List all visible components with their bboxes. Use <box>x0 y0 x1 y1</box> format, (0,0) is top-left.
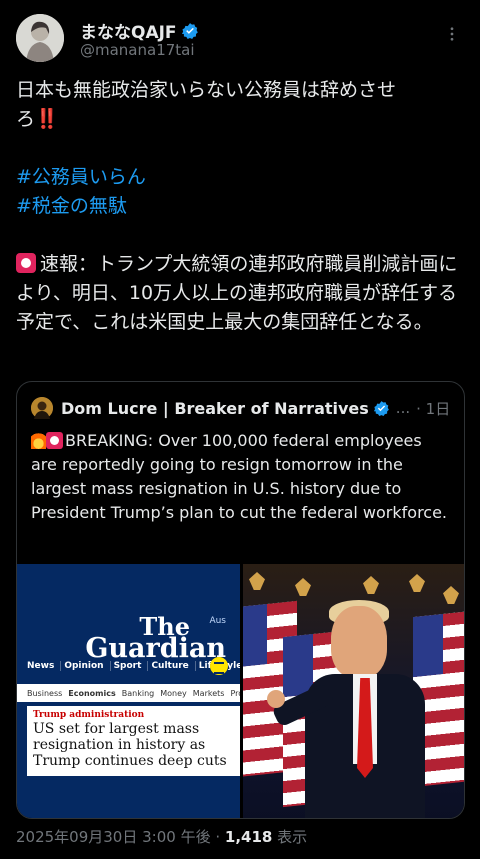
tweet-line-2-text: ろ <box>16 108 36 130</box>
quoted-timestamp[interactable]: · 1日 <box>416 398 450 419</box>
guardian-nav-item: Sport <box>109 661 141 671</box>
tweet-text: 日本も無能政治家いらない公務員は辞めさせ ろ‼️ #公務員いらん #税金の無駄 … <box>16 76 464 337</box>
flag-finial-icon <box>363 576 379 594</box>
guardian-kicker: Trump administration <box>33 710 145 720</box>
guardian-subnav-item: Business <box>27 688 63 698</box>
guardian-menu-icon <box>210 657 228 675</box>
tweet-news-paragraph: 速報：トランプ大統領の連邦政府職員削減計画により、明日、10万人以上の連邦政府職… <box>16 250 464 337</box>
guardian-subnav-item: Banking <box>121 688 155 698</box>
hashtag-link[interactable]: #税金の無駄 <box>16 192 464 221</box>
quoted-truncation: ... <box>395 399 411 417</box>
siren-icon <box>46 432 63 449</box>
author-handle[interactable]: @manana17tai <box>80 41 195 59</box>
flag-finial-icon <box>295 578 311 596</box>
tweet-header: まななQAJF @manana17tai <box>16 14 464 62</box>
media-image-guardian[interactable]: Aus The Guardian News Opinion Sport Cult… <box>17 564 240 818</box>
guardian-nav-item: Culture <box>147 661 189 671</box>
flag-finial-icon <box>443 586 459 604</box>
guardian-subnav-item: Project <box>230 688 240 698</box>
guardian-subnav: Business Economics Banking Money Markets… <box>17 684 240 702</box>
guardian-headline: US set for largest mass resignation in h… <box>33 721 227 769</box>
author-avatar[interactable] <box>16 14 64 62</box>
views-label: 表示 <box>277 828 308 846</box>
tweet-news-text: 速報：トランプ大統領の連邦政府職員削減計画により、明日、10万人以上の連邦政府職… <box>16 253 458 333</box>
verified-badge-icon <box>373 400 389 416</box>
guardian-subnav-item: Money <box>160 688 187 698</box>
tweet-line-2: ろ‼️ <box>16 105 464 134</box>
flag-finial-icon <box>409 574 425 592</box>
guardian-nav-item: Opinion <box>60 661 104 671</box>
guardian-logo-line2: Guardian <box>85 633 226 664</box>
quoted-tweet-card[interactable]: Dom Lucre | Breaker of Narratives ... · … <box>16 381 465 819</box>
views-count: 1,418 <box>224 828 273 846</box>
author-display-name[interactable]: まななQAJF <box>80 18 177 43</box>
flag-finial-icon <box>249 572 265 590</box>
guardian-article-card: Trump administration US set for largest … <box>27 706 240 776</box>
tweet-timestamp[interactable]: 2025年09月30日 3:00 午後 <box>16 828 211 846</box>
fire-icon <box>31 431 46 449</box>
quoted-author-avatar[interactable] <box>31 397 53 419</box>
verified-badge-icon <box>181 22 198 39</box>
guardian-subnav-item: Markets <box>192 688 225 698</box>
tweet-line-1: 日本も無能政治家いらない公務員は辞めさせ <box>16 79 397 101</box>
double-exclamation-icon: ‼️ <box>35 108 59 130</box>
person-hand <box>267 690 285 708</box>
author-name-row: まななQAJF <box>80 18 199 43</box>
person-face <box>331 606 387 678</box>
media-image-photo[interactable] <box>243 564 464 818</box>
guardian-nav-item: News <box>27 661 55 671</box>
tweet-meta: 2025年09月30日 3:00 午後 · 1,418 表示 <box>16 826 307 847</box>
guardian-nav: News Opinion Sport Culture Lifestyle <box>27 661 240 671</box>
quoted-text-body: BREAKING: Over 100,000 federal employees… <box>31 431 448 522</box>
siren-icon <box>16 253 36 273</box>
quoted-tweet-text: BREAKING: Over 100,000 federal employees… <box>31 429 451 525</box>
quoted-author-name[interactable]: Dom Lucre | Breaker of Narratives <box>61 399 369 418</box>
guardian-logo: The Guardian <box>26 615 226 664</box>
more-options-icon[interactable] <box>440 22 464 46</box>
meta-separator: · <box>215 828 221 846</box>
guardian-subnav-item: Economics <box>68 688 116 698</box>
quoted-tweet-header: Dom Lucre | Breaker of Narratives ... · … <box>31 396 451 420</box>
hashtag-link[interactable]: #公務員いらん <box>16 163 464 192</box>
